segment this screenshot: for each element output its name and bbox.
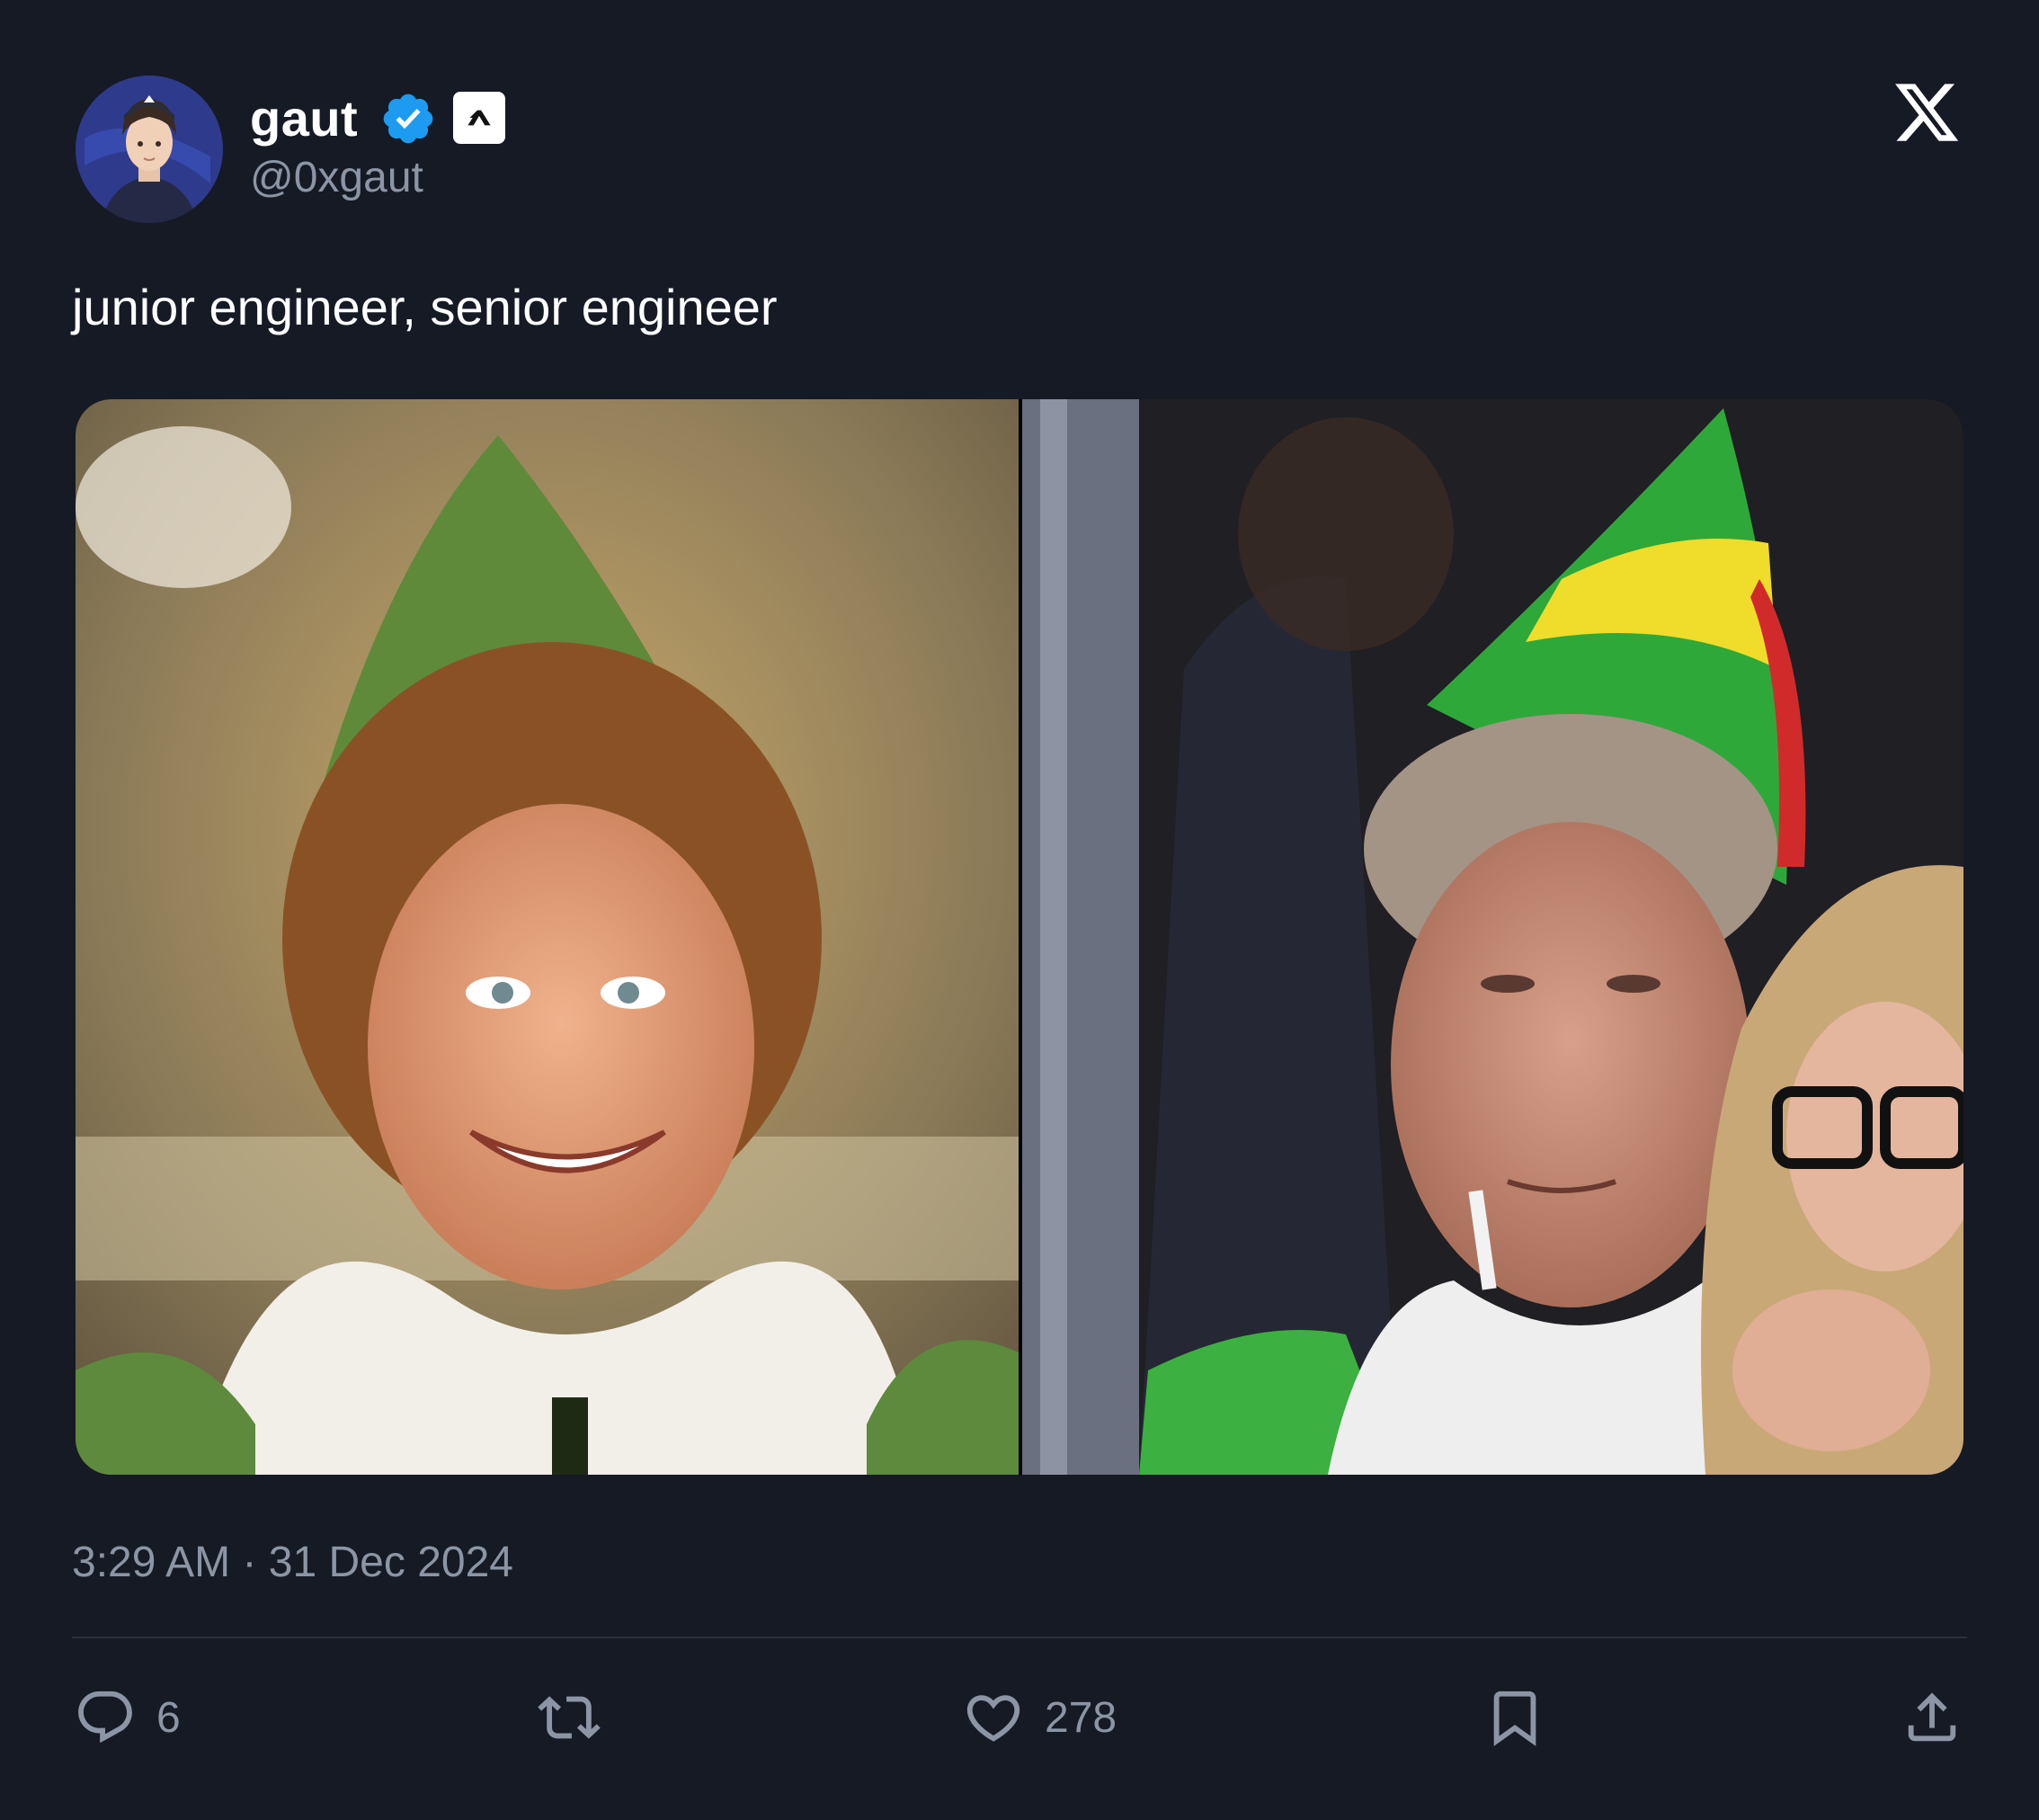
- divider: [72, 1637, 1967, 1638]
- reply-icon: [78, 1691, 132, 1744]
- tweet-text: junior engineer, senior engineer: [72, 279, 778, 335]
- tweet-timestamp[interactable]: 3:29 AM · 31 Dec 2024: [72, 1534, 513, 1592]
- affiliate-badge-icon[interactable]: [453, 92, 505, 144]
- reply-button[interactable]: 6: [74, 1685, 181, 1750]
- avatar-illustration-icon: [76, 76, 223, 223]
- media-image-left[interactable]: [76, 399, 1019, 1475]
- share-button[interactable]: [1901, 1685, 1963, 1750]
- like-count: 278: [1045, 1693, 1117, 1742]
- like-button[interactable]: 278: [962, 1685, 1117, 1750]
- retweet-button[interactable]: [538, 1685, 601, 1750]
- media-grid[interactable]: [76, 399, 1963, 1475]
- share-icon: [1908, 1692, 1956, 1742]
- retweet-icon: [538, 1696, 601, 1739]
- reply-count: 6: [156, 1693, 181, 1742]
- tweet-card: gaut @0xgaut junior engineer, senior eng…: [0, 0, 2039, 1820]
- bookmark-icon: [1493, 1691, 1536, 1746]
- avatar[interactable]: [76, 76, 223, 223]
- x-logo-icon[interactable]: [1892, 77, 1962, 147]
- media-image-right[interactable]: [1022, 399, 1963, 1475]
- handle[interactable]: @0xgaut: [250, 151, 423, 205]
- display-name[interactable]: gaut: [250, 86, 358, 151]
- heart-icon: [966, 1695, 1020, 1742]
- verified-badge-icon: [379, 90, 437, 147]
- bookmark-button[interactable]: [1483, 1685, 1546, 1750]
